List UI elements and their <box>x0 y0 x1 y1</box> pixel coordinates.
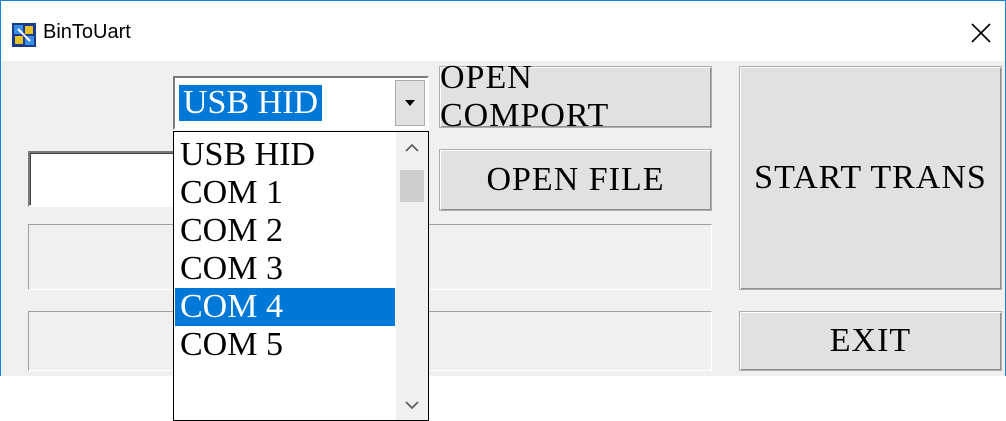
title-bar[interactable]: BinToUart <box>1 1 1005 61</box>
dropdown-item[interactable]: COM 2 <box>175 212 395 250</box>
dropdown-item[interactable]: USB HID <box>175 136 395 174</box>
window-title: BinToUart <box>43 21 131 43</box>
port-select[interactable]: USB HID <box>173 76 429 130</box>
app-window: BinToUart USB HID OPEN COMPORT OPEN FILE… <box>0 0 1006 421</box>
close-icon[interactable] <box>967 19 995 47</box>
dropdown-item[interactable]: COM 1 <box>175 174 395 212</box>
exit-button[interactable]: EXIT <box>739 311 1002 371</box>
start-trans-button[interactable]: START TRANS <box>739 66 1002 290</box>
scroll-down-button[interactable] <box>396 390 428 420</box>
file-path-field[interactable] <box>28 151 178 207</box>
scroll-thumb[interactable] <box>400 170 424 202</box>
open-comport-button[interactable]: OPEN COMPORT <box>439 59 712 134</box>
scroll-up-button[interactable] <box>396 132 428 162</box>
open-file-button[interactable]: OPEN FILE <box>439 149 712 211</box>
dropdown-item[interactable]: COM 3 <box>175 250 395 288</box>
port-select-value: USB HID <box>179 85 323 121</box>
port-dropdown-list: USB HID COM 1 COM 2 COM 3 COM 4 COM 5 <box>173 131 429 421</box>
dropdown-item[interactable]: COM 5 <box>175 326 395 364</box>
dropdown-scrollbar[interactable] <box>396 132 428 420</box>
dropdown-item-selected[interactable]: COM 4 <box>175 288 395 326</box>
chevron-down-icon <box>405 100 415 106</box>
client-area: USB HID OPEN COMPORT OPEN FILE START TRA… <box>1 59 1005 421</box>
chevron-down-icon <box>405 400 419 409</box>
bin-to-uart-app-icon <box>12 23 36 47</box>
chevron-up-icon <box>405 143 419 152</box>
dropdown-arrow-button[interactable] <box>395 80 425 126</box>
